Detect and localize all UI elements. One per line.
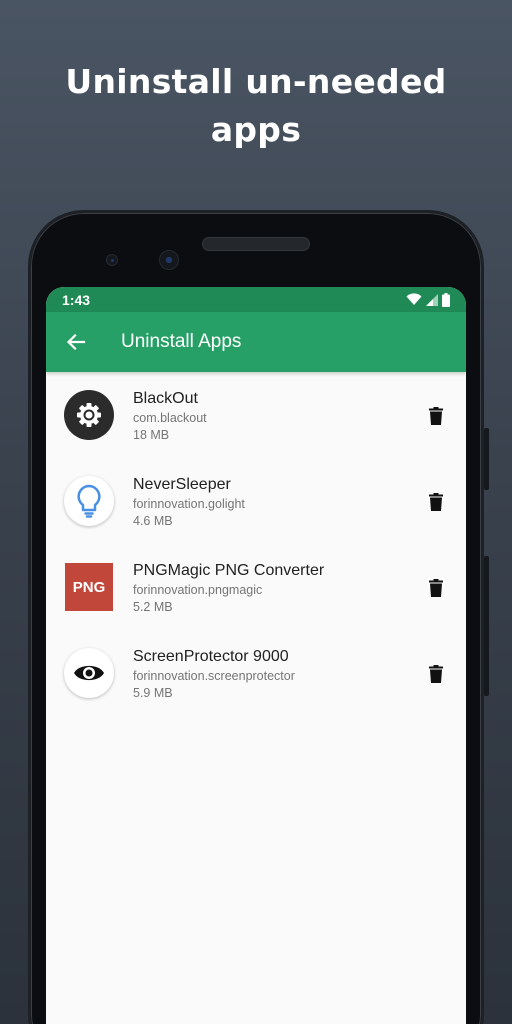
phone-volume-button: [484, 556, 489, 696]
app-package: com.blackout: [133, 411, 207, 425]
delete-button[interactable]: [426, 577, 446, 599]
delete-button[interactable]: [426, 491, 446, 513]
battery-icon: [442, 292, 450, 307]
trash-icon: [429, 665, 443, 683]
app-package: forinnovation.pngmagic: [133, 583, 263, 597]
status-bar: 1:43: [46, 287, 466, 312]
arrow-left-icon: [66, 333, 86, 351]
delete-button[interactable]: [426, 405, 446, 427]
gear-icon: [77, 403, 101, 427]
trash-icon: [429, 493, 443, 511]
signal-icon: [426, 293, 438, 306]
list-item[interactable]: ScreenProtector 9000 forinnovation.scree…: [46, 638, 466, 724]
list-item[interactable]: NeverSleeper forinnovation.golight 4.6 M…: [46, 466, 466, 552]
app-icon: [64, 390, 114, 440]
app-name: NeverSleeper: [133, 476, 231, 493]
delete-button[interactable]: [426, 663, 446, 685]
app-icon: [64, 648, 114, 698]
app-size: 5.9 MB: [133, 686, 173, 700]
promo-line-1: Uninstall un-needed: [65, 62, 447, 101]
app-icon: PNG: [64, 562, 114, 612]
app-list: BlackOut com.blackout 18 MB NeverSleeper…: [46, 372, 466, 724]
app-icon: [64, 476, 114, 526]
png-icon: PNG: [65, 563, 113, 611]
lightbulb-icon: [77, 484, 101, 518]
phone-sensor: [106, 254, 118, 266]
app-size: 4.6 MB: [133, 514, 173, 528]
app-name: BlackOut: [133, 390, 198, 407]
status-icons: [406, 292, 450, 307]
app-package: forinnovation.golight: [133, 497, 245, 511]
promo-line-2: apps: [210, 110, 302, 149]
phone-speaker: [202, 237, 310, 251]
app-size: 18 MB: [133, 428, 170, 442]
status-time: 1:43: [62, 291, 91, 308]
trash-icon: [429, 579, 443, 597]
app-size: 5.2 MB: [133, 600, 173, 614]
back-button[interactable]: [64, 330, 88, 354]
app-package: forinnovation.screenprotector: [133, 669, 295, 683]
promo-headline: Uninstall un-needed apps: [0, 58, 512, 154]
list-item[interactable]: PNG PNGMagic PNG Converter forinnovation…: [46, 552, 466, 638]
phone-camera: [159, 250, 179, 270]
app-name: ScreenProtector 9000: [133, 648, 289, 665]
wifi-icon: [406, 293, 422, 305]
app-name: PNGMagic PNG Converter: [133, 562, 325, 579]
list-item[interactable]: BlackOut com.blackout 18 MB: [46, 380, 466, 466]
page-title: Uninstall Apps: [121, 331, 242, 352]
phone-side-button: [484, 428, 489, 490]
app-bar: Uninstall Apps: [46, 312, 466, 372]
eye-icon: [74, 665, 104, 681]
app-screen: 1:43 Uninstall Apps BlackOut com.blackou…: [46, 287, 466, 1024]
trash-icon: [429, 407, 443, 425]
